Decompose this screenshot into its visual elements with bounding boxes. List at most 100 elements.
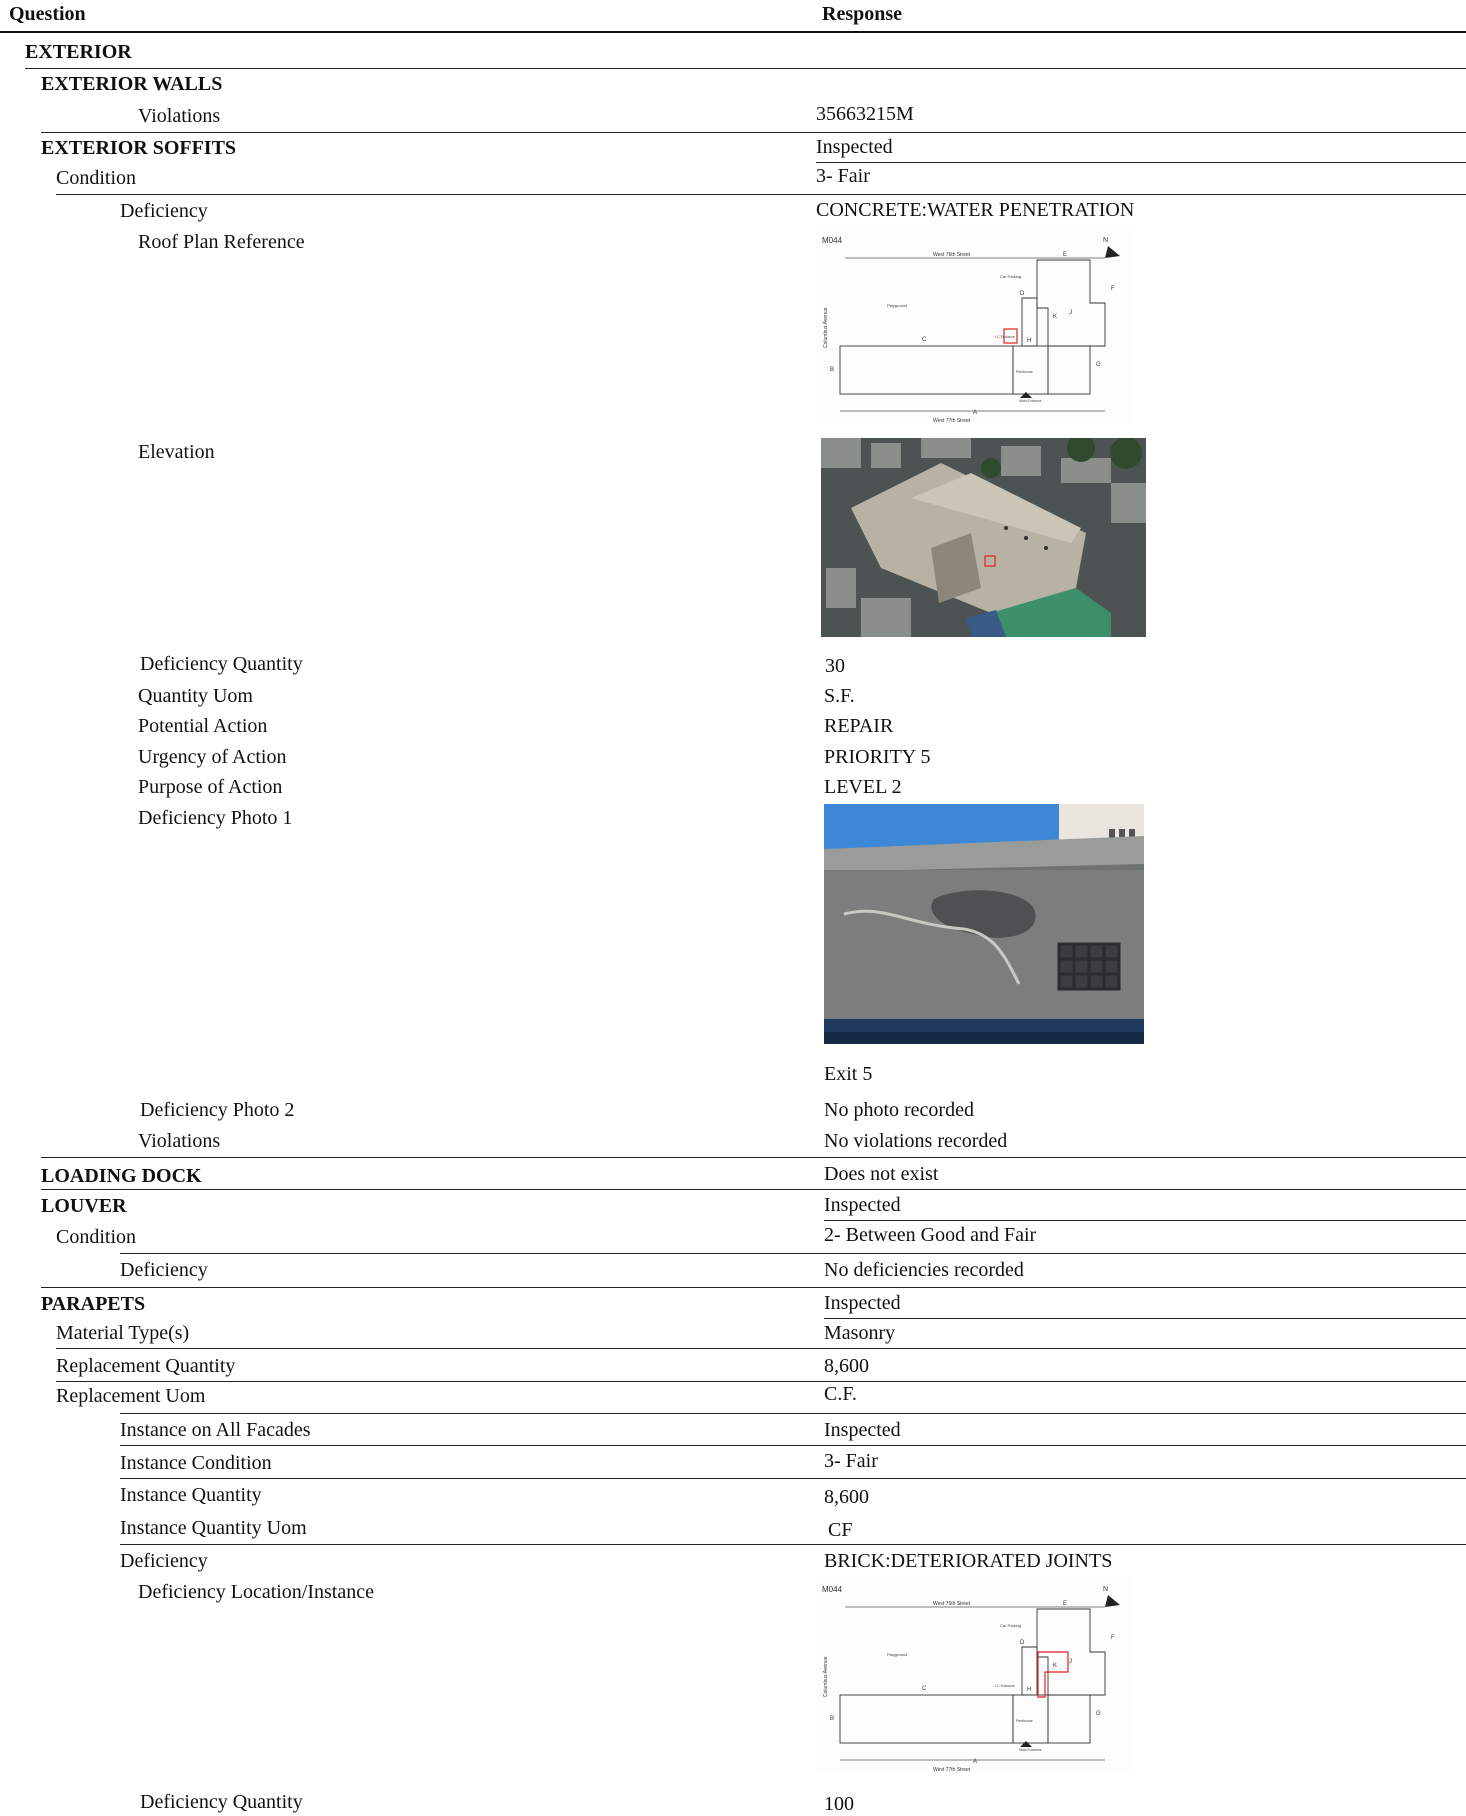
plan-playground: Playground xyxy=(887,303,907,308)
svg-text:G: G xyxy=(1096,1711,1101,1717)
deficiency-photo-1 xyxy=(824,804,1144,1044)
plan-code: M044 xyxy=(822,1585,843,1594)
question-instance-quantity: Instance Quantity xyxy=(120,1484,262,1506)
svg-text:C: C xyxy=(922,337,927,343)
response-louver-condition: 2- Between Good and Fair xyxy=(824,1224,1037,1246)
response-parapets-deficiency-quantity: 100 xyxy=(824,1793,854,1815)
plan-main-entrance: Main Entrance xyxy=(1019,399,1042,403)
question-elevation: Elevation xyxy=(138,441,215,463)
response-parapets: Inspected xyxy=(824,1292,901,1314)
question-instance-condition: Instance Condition xyxy=(120,1452,272,1474)
question-replacement-uom: Replacement Uom xyxy=(56,1385,206,1407)
response-instance-all-facades: Inspected xyxy=(824,1419,901,1441)
question-purpose: Purpose of Action xyxy=(138,776,283,798)
response-soffits-violations: No violations recorded xyxy=(824,1130,1008,1152)
plan-avenue: Columbus Avenue xyxy=(823,1656,829,1697)
row-rule xyxy=(120,1544,1466,1545)
row-rule xyxy=(120,1445,1466,1446)
svg-text:J: J xyxy=(1069,1659,1072,1665)
svg-text:H: H xyxy=(1027,338,1031,344)
plan-playground: Playground xyxy=(887,1652,907,1657)
response-urgency: PRIORITY 5 xyxy=(824,746,931,768)
north-arrow-icon xyxy=(1105,1595,1120,1607)
response-deficiency: CONCRETE:WATER PENETRATION xyxy=(816,199,1135,221)
section-parapets: PARAPETS xyxy=(41,1293,146,1315)
svg-text:D: D xyxy=(1020,1640,1025,1646)
question-condition: Condition xyxy=(56,167,137,189)
question-photo-2: Deficiency Photo 2 xyxy=(140,1099,295,1121)
photo-1-caption: Exit 5 xyxy=(824,1063,873,1085)
row-rule xyxy=(41,1189,1466,1190)
north-icon: N xyxy=(1103,237,1108,244)
plan-exit: I-C Entrance xyxy=(995,335,1015,339)
section-louver: LOUVER xyxy=(41,1195,127,1217)
plan-penthouse: Penthouse xyxy=(1016,370,1033,374)
section-exterior-soffits: EXTERIOR SOFFITS xyxy=(41,137,237,159)
response-deficiency-quantity: 30 xyxy=(825,655,845,677)
question-material-type: Material Type(s) xyxy=(56,1322,190,1344)
question-photo-1: Deficiency Photo 1 xyxy=(138,807,293,829)
row-rule xyxy=(120,1478,1466,1479)
svg-text:F: F xyxy=(1111,286,1115,292)
row-rule xyxy=(25,68,1466,69)
question-louver-deficiency: Deficiency xyxy=(120,1259,208,1281)
elevation-aerial-photo xyxy=(821,438,1146,637)
response-louver: Inspected xyxy=(824,1194,901,1216)
plan-car-parking: Car Parking xyxy=(1000,1623,1021,1628)
plan-penthouse: Penthouse xyxy=(1016,1719,1033,1723)
svg-text:E: E xyxy=(1063,252,1067,258)
row-rule xyxy=(824,1318,1466,1319)
question-parapets-deficiency-quantity: Deficiency Quantity xyxy=(140,1791,303,1813)
svg-text:C: C xyxy=(922,1686,927,1692)
response-instance-condition: 3- Fair xyxy=(824,1450,878,1472)
question-violations: Violations xyxy=(138,105,221,127)
row-rule xyxy=(41,132,1466,133)
response-purpose: LEVEL 2 xyxy=(824,776,902,798)
row-rule xyxy=(41,1287,1466,1288)
response-replacement-quantity: 8,600 xyxy=(824,1355,869,1377)
question-parapets-deficiency: Deficiency xyxy=(120,1550,208,1572)
response-loading-dock: Does not exist xyxy=(824,1163,939,1185)
plan-avenue: Columbus Avenue xyxy=(823,307,829,348)
svg-text:B: B xyxy=(830,367,834,373)
north-icon: N xyxy=(1103,1586,1108,1593)
response-parapets-deficiency: BRICK:DETERIORATED JOINTS xyxy=(824,1550,1113,1572)
question-replacement-quantity: Replacement Quantity xyxy=(56,1355,236,1377)
svg-text:K: K xyxy=(1053,314,1057,320)
svg-text:K: K xyxy=(1053,1663,1057,1669)
plan-main-entrance: Main Entrance xyxy=(1019,1748,1042,1752)
svg-text:J: J xyxy=(1069,310,1072,316)
svg-text:D: D xyxy=(1020,291,1025,297)
row-rule xyxy=(120,1253,1466,1254)
svg-text:E: E xyxy=(1063,1601,1067,1607)
response-replacement-uom: C.F. xyxy=(824,1383,857,1405)
row-rule xyxy=(41,1157,1466,1158)
response-condition: 3- Fair xyxy=(816,165,870,187)
svg-text:G: G xyxy=(1096,362,1101,368)
plan-street-bottom: West 77th Street xyxy=(933,1767,971,1773)
svg-text:B: B xyxy=(830,1716,834,1722)
row-rule xyxy=(56,1348,1466,1349)
question-urgency: Urgency of Action xyxy=(138,746,287,768)
response-quantity-uom: S.F. xyxy=(824,685,855,707)
section-loading-dock: LOADING DOCK xyxy=(41,1165,202,1187)
response-violations: 35663215M xyxy=(816,103,914,125)
response-photo-2: No photo recorded xyxy=(824,1099,974,1121)
row-rule xyxy=(56,1381,1466,1382)
question-roof-plan: Roof Plan Reference xyxy=(138,231,305,253)
highlight-outline xyxy=(1037,1651,1069,1698)
question-instance-all-facades: Instance on All Facades xyxy=(120,1419,311,1441)
section-exterior: EXTERIOR xyxy=(25,41,132,63)
plan-street-bottom: West 77th Street xyxy=(933,418,971,424)
row-rule xyxy=(824,1220,1466,1221)
plan-street-top: West 76th Street xyxy=(933,252,971,258)
svg-text:F: F xyxy=(1111,1635,1115,1641)
header-response: Response xyxy=(822,3,903,25)
question-deficiency: Deficiency xyxy=(120,200,208,222)
deficiency-location-plan-image: M044 West 76th Street N Columbus Avenue … xyxy=(815,1577,1133,1773)
plan-exit: I-C Entrance xyxy=(995,1684,1015,1688)
row-rule xyxy=(120,1413,1466,1414)
plan-street-top: West 76th Street xyxy=(933,1601,971,1607)
response-soffits: Inspected xyxy=(816,136,893,158)
plan-code: M044 xyxy=(822,236,843,245)
